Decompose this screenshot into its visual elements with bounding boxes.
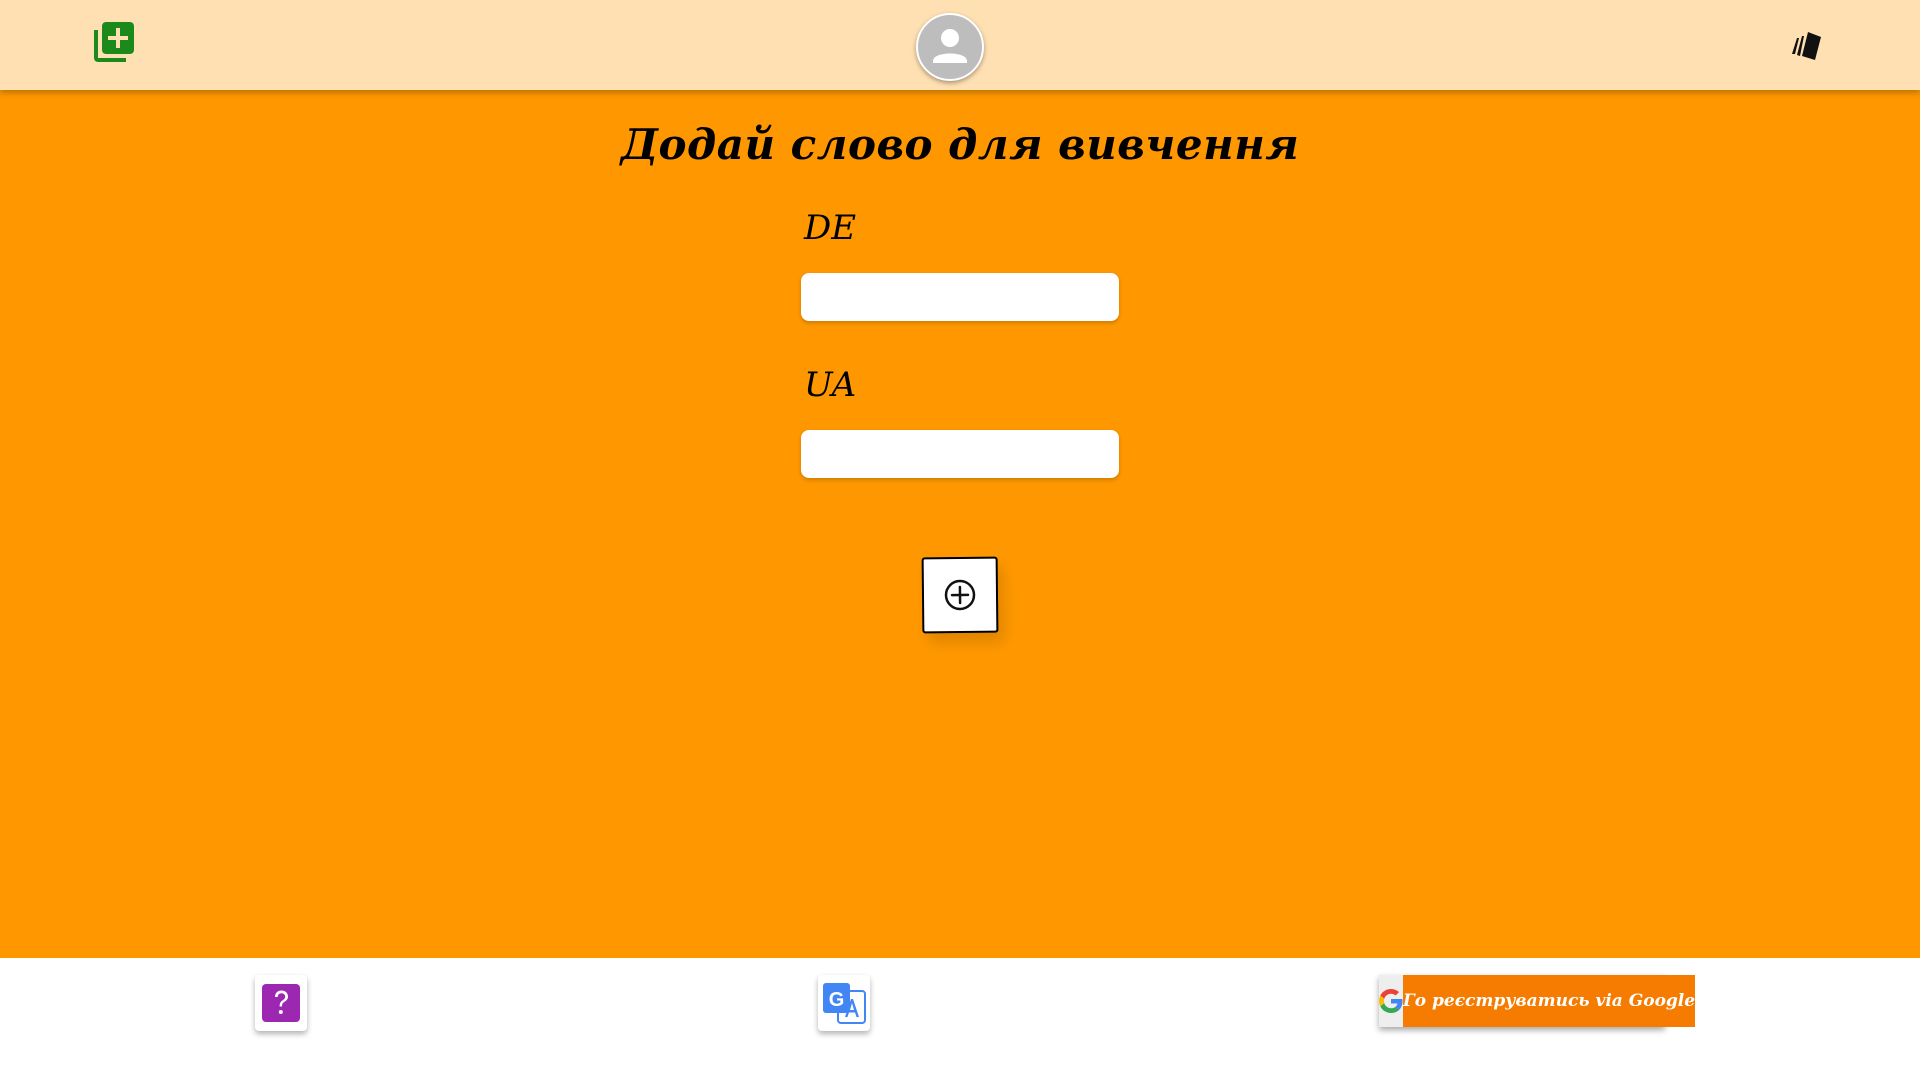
ua-label: UA — [804, 365, 857, 405]
google-sign-in-button[interactable]: Го реєструватись via Google — [1379, 975, 1696, 1027]
question-icon — [262, 984, 300, 1022]
google-translate-icon: G — [823, 983, 866, 1024]
flashcards-icon[interactable] — [1786, 24, 1826, 64]
app-root: Додай слово для вивчення DE UA G Го реєс… — [0, 0, 1920, 1080]
add-word-icon[interactable] — [90, 18, 138, 66]
bottom-bar: G Го реєструватись via Google — [0, 958, 1920, 1080]
google-sign-in-label: Го реєструватись via Google — [1403, 975, 1696, 1027]
add-library-svg — [94, 22, 134, 62]
page-title: Додай слово для вивчення — [620, 120, 1300, 169]
de-word-input[interactable] — [801, 273, 1119, 321]
plus-circle-icon — [944, 579, 976, 611]
google-g-icon — [1379, 989, 1403, 1013]
add-word-panel: Додай слово для вивчення DE UA — [0, 90, 1920, 958]
help-button[interactable] — [255, 975, 307, 1031]
google-logo-box — [1379, 975, 1403, 1027]
user-avatar[interactable] — [916, 13, 984, 81]
top-bar — [0, 0, 1920, 90]
add-word-button[interactable] — [921, 556, 999, 634]
translate-button[interactable]: G — [818, 975, 870, 1031]
svg-text:G: G — [829, 989, 845, 1011]
de-label: DE — [804, 208, 857, 248]
ua-word-input[interactable] — [801, 430, 1119, 478]
person-icon — [933, 29, 967, 63]
cards-stack-svg — [1792, 32, 1821, 60]
